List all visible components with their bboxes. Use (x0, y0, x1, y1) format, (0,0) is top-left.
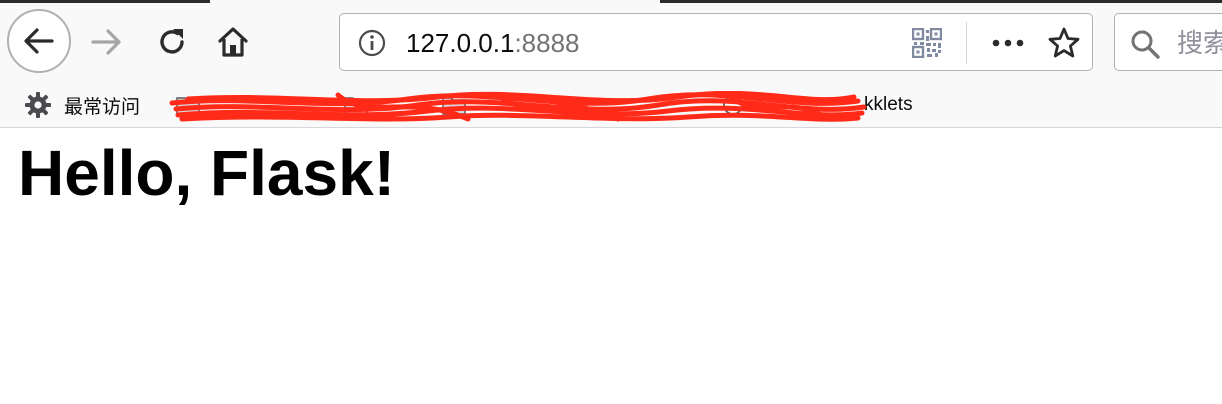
browser-toolbar: 127.0.0.1:8888 搜索 (0, 0, 1222, 86)
url-bar-divider (966, 22, 967, 64)
bookmark-label: kklets (864, 94, 913, 115)
search-bar[interactable]: 搜索 (1114, 13, 1222, 71)
url-port: :8888 (514, 28, 580, 58)
home-icon (218, 27, 248, 57)
tab-strip-edge (660, 0, 1222, 3)
url-host: 127.0.0.1 (406, 28, 515, 58)
gear-icon (25, 92, 51, 118)
home-button[interactable] (213, 22, 253, 62)
tab-strip-edge (0, 0, 210, 3)
redaction-scribble (169, 91, 867, 122)
search-placeholder: 搜索 (1177, 28, 1222, 58)
bookmark-star-icon[interactable] (1047, 26, 1081, 60)
arrow-right-icon (91, 29, 121, 55)
search-icon (1131, 30, 1160, 59)
bookmark-most-visited[interactable]: 最常访问 (24, 89, 140, 121)
reload-button[interactable] (152, 22, 192, 62)
forward-button[interactable] (86, 22, 126, 62)
arrow-left-icon (24, 28, 54, 54)
more-actions-icon[interactable] (988, 28, 1028, 58)
reload-icon (160, 29, 184, 54)
qr-code-icon[interactable] (912, 28, 942, 58)
page-heading: Hello, Flask! (18, 137, 395, 209)
url-bar[interactable]: 127.0.0.1:8888 (339, 13, 1093, 71)
back-button[interactable] (7, 9, 71, 73)
bookmark-label: 最常访问 (64, 96, 141, 118)
info-icon[interactable] (358, 29, 386, 57)
url-text[interactable]: 127.0.0.1:8888 (406, 26, 580, 60)
